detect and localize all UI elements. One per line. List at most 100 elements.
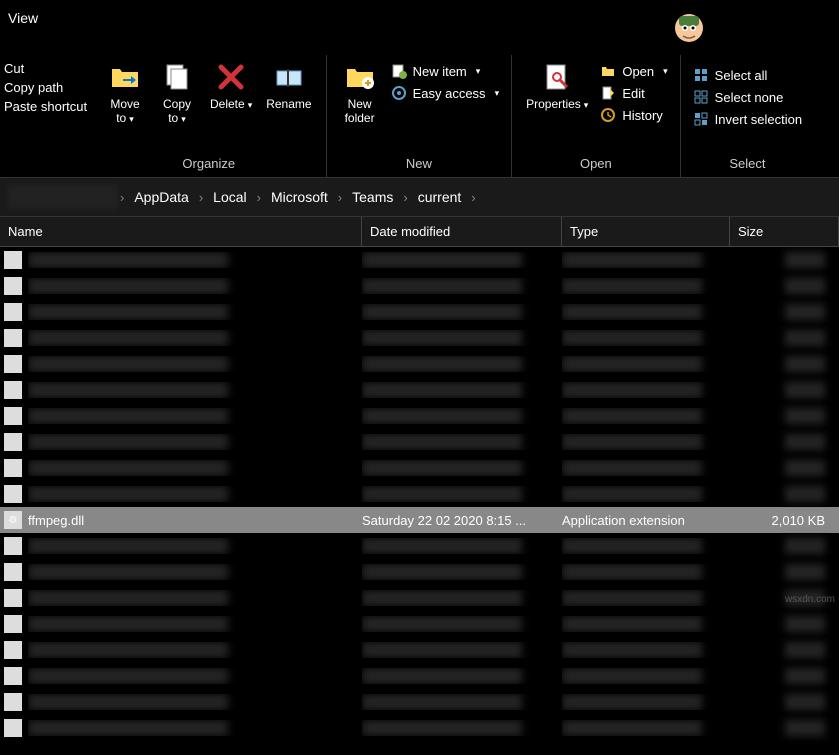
- file-row[interactable]: [0, 403, 839, 429]
- organize-section: Move to▾ Copy to▾ Delete▾ Rename: [92, 55, 327, 177]
- breadcrumb-appdata[interactable]: AppData: [126, 189, 196, 205]
- new-item-button[interactable]: New item▾: [387, 61, 504, 81]
- select-all-icon: [693, 67, 709, 83]
- file-icon: [4, 563, 22, 581]
- organize-label: Organize: [100, 152, 318, 175]
- file-row[interactable]: [0, 455, 839, 481]
- chevron-right-icon[interactable]: ›: [401, 190, 409, 205]
- file-type: Application extension: [562, 513, 730, 528]
- titlebar: View: [0, 0, 839, 55]
- file-row[interactable]: [0, 273, 839, 299]
- move-to-button[interactable]: Move to▾: [100, 57, 150, 130]
- properties-icon: [541, 61, 573, 93]
- easy-access-button[interactable]: Easy access▾: [387, 83, 504, 103]
- new-item-icon: [391, 63, 407, 79]
- column-size[interactable]: Size: [730, 217, 839, 246]
- edit-icon: [600, 85, 616, 101]
- select-none-button[interactable]: Select none: [689, 87, 806, 107]
- file-row[interactable]: [0, 637, 839, 663]
- folder-move-icon: [109, 61, 141, 93]
- breadcrumb-microsoft[interactable]: Microsoft: [263, 189, 336, 205]
- select-none-icon: [693, 89, 709, 105]
- file-icon: [4, 381, 22, 399]
- new-folder-icon: [344, 61, 376, 93]
- easy-access-icon: [391, 85, 407, 101]
- file-row[interactable]: [0, 429, 839, 455]
- breadcrumb-user[interactable]: [8, 185, 118, 209]
- properties-button[interactable]: Properties▾: [520, 57, 594, 115]
- new-section: New folder New item▾ Easy access▾ New: [327, 55, 513, 177]
- file-icon: [4, 433, 22, 451]
- edit-button[interactable]: Edit: [596, 83, 671, 103]
- file-icon: [4, 407, 22, 425]
- file-icon: [4, 277, 22, 295]
- delete-x-icon: [215, 61, 247, 93]
- file-icon: [4, 641, 22, 659]
- open-section: Properties▾ Open▾ Edit History Open: [512, 55, 681, 177]
- file-row[interactable]: [0, 351, 839, 377]
- column-type[interactable]: Type: [562, 217, 730, 246]
- file-row[interactable]: [0, 663, 839, 689]
- column-headers: Name Date modified Type Size: [0, 217, 839, 247]
- file-row[interactable]: [0, 585, 839, 611]
- view-tab[interactable]: View: [8, 10, 38, 26]
- open-icon: [600, 63, 616, 79]
- file-icon: [4, 537, 22, 555]
- file-icon: [4, 303, 22, 321]
- file-icon: [4, 355, 22, 373]
- history-icon: [600, 107, 616, 123]
- select-section: Select all Select none Invert selection …: [681, 55, 814, 177]
- ribbon: Cut Copy path Paste shortcut Move to▾ Co…: [0, 55, 839, 177]
- file-date: Saturday 22 02 2020 8:15 ...: [362, 513, 562, 528]
- file-row[interactable]: [0, 377, 839, 403]
- file-icon: [4, 329, 22, 347]
- file-row[interactable]: [0, 325, 839, 351]
- file-row[interactable]: [0, 247, 839, 273]
- chevron-right-icon[interactable]: ›: [197, 190, 205, 205]
- file-list[interactable]: ⚙ ffmpeg.dll Saturday 22 02 2020 8:15 ..…: [0, 247, 839, 755]
- file-row[interactable]: [0, 611, 839, 637]
- invert-selection-button[interactable]: Invert selection: [689, 109, 806, 129]
- paste-shortcut-button[interactable]: Paste shortcut: [0, 97, 92, 116]
- chevron-right-icon[interactable]: ›: [469, 190, 477, 205]
- clipboard-group: Cut Copy path Paste shortcut: [0, 55, 92, 177]
- file-icon: [4, 693, 22, 711]
- column-date[interactable]: Date modified: [362, 217, 562, 246]
- file-row[interactable]: [0, 533, 839, 559]
- breadcrumb-local[interactable]: Local: [205, 189, 254, 205]
- copy-icon: [161, 61, 193, 93]
- file-row-selected[interactable]: ⚙ ffmpeg.dll Saturday 22 02 2020 8:15 ..…: [0, 507, 839, 533]
- select-label: Select: [689, 152, 806, 175]
- delete-button[interactable]: Delete▾: [204, 57, 258, 115]
- chevron-right-icon[interactable]: ›: [118, 190, 126, 205]
- cut-button[interactable]: Cut: [0, 59, 92, 78]
- breadcrumb-teams[interactable]: Teams: [344, 189, 401, 205]
- breadcrumb-current[interactable]: current: [410, 189, 470, 205]
- copy-to-button[interactable]: Copy to▾: [152, 57, 202, 130]
- copy-path-button[interactable]: Copy path: [0, 78, 92, 97]
- column-name[interactable]: Name: [0, 217, 362, 246]
- file-icon: [4, 615, 22, 633]
- file-row[interactable]: [0, 689, 839, 715]
- select-all-button[interactable]: Select all: [689, 65, 806, 85]
- file-row[interactable]: [0, 715, 839, 741]
- new-folder-button[interactable]: New folder: [335, 57, 385, 130]
- file-size: 2,010 KB: [730, 513, 835, 528]
- breadcrumb[interactable]: › AppData › Local › Microsoft › Teams › …: [0, 177, 839, 217]
- file-icon: [4, 485, 22, 503]
- file-row[interactable]: [0, 299, 839, 325]
- file-icon: [4, 251, 22, 269]
- file-row[interactable]: [0, 559, 839, 585]
- file-icon: [4, 667, 22, 685]
- file-icon: [4, 589, 22, 607]
- watermark: wsxdn.com: [785, 594, 835, 605]
- invert-icon: [693, 111, 709, 127]
- rename-icon: [273, 61, 305, 93]
- new-label: New: [335, 152, 504, 175]
- open-button[interactable]: Open▾: [596, 61, 671, 81]
- history-button[interactable]: History: [596, 105, 671, 125]
- chevron-right-icon[interactable]: ›: [336, 190, 344, 205]
- chevron-right-icon[interactable]: ›: [255, 190, 263, 205]
- file-row[interactable]: [0, 481, 839, 507]
- rename-button[interactable]: Rename: [260, 57, 317, 115]
